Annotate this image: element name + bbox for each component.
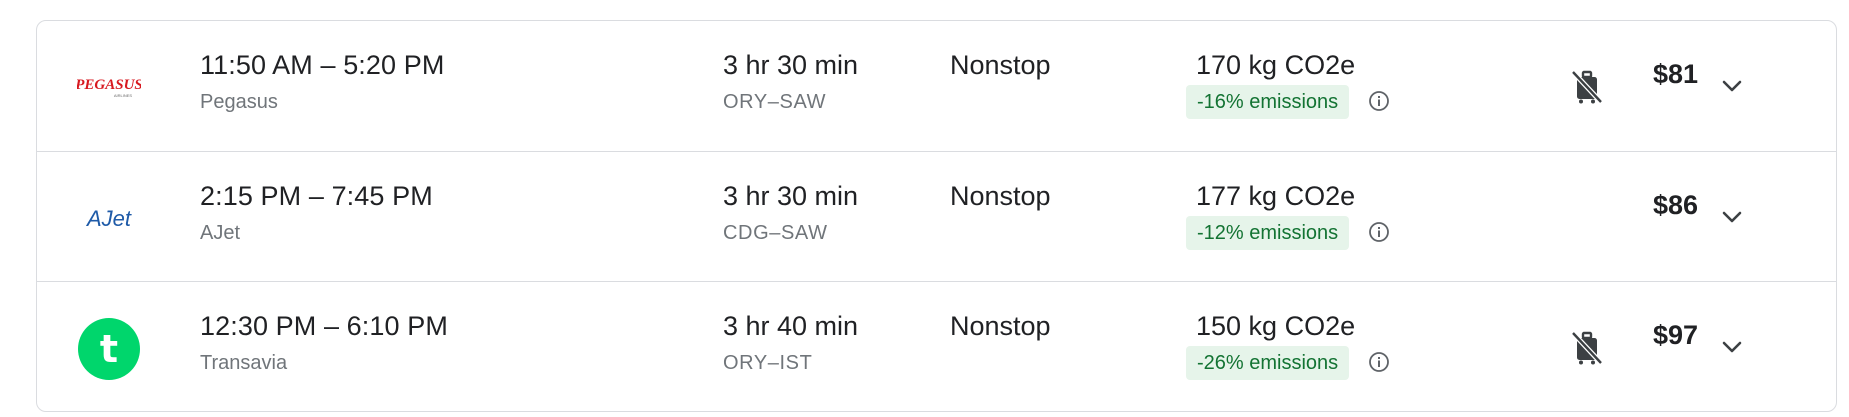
flight-results-list: PEGASUS AIRLINES 11:50 AM – 5:20 PM Pega… — [36, 20, 1837, 412]
ajet-logo: AJet — [77, 187, 141, 251]
flight-row-ajet[interactable]: AJet 2:15 PM – 7:45 PM AJet 3 hr 30 min … — [37, 151, 1836, 281]
emissions-badge: -26% emissions — [1186, 346, 1350, 380]
price: $97 — [1652, 320, 1698, 350]
expand-details-button[interactable] — [1712, 327, 1752, 367]
info-icon[interactable] — [1368, 221, 1390, 243]
departure-arrival-times: 11:50 AM – 5:20 PM — [200, 50, 445, 80]
svg-text:AJet: AJet — [85, 206, 132, 231]
flight-duration: 3 hr 30 min — [723, 181, 859, 211]
chevron-down-icon — [1722, 80, 1742, 92]
transavia-logo: t — [77, 317, 141, 381]
flight-duration: 3 hr 30 min — [723, 50, 859, 80]
airline-name: Pegasus — [200, 91, 278, 113]
emissions-amount: 150 kg CO2e — [1196, 311, 1356, 341]
info-icon[interactable] — [1368, 90, 1390, 112]
info-icon[interactable] — [1368, 351, 1390, 373]
departure-arrival-times: 2:15 PM – 7:45 PM — [200, 181, 433, 211]
airline-name: AJet — [200, 222, 241, 244]
price: $86 — [1652, 190, 1698, 220]
no-carry-on-bag-icon — [1571, 70, 1603, 104]
flight-route: CDG–SAW — [723, 222, 828, 244]
flight-duration: 3 hr 40 min — [723, 311, 859, 341]
emissions-badge: -16% emissions — [1186, 85, 1350, 119]
chevron-down-icon — [1722, 211, 1742, 223]
stops-count: Nonstop — [950, 181, 1051, 211]
flight-route: ORY–IST — [723, 352, 813, 374]
price: $81 — [1652, 59, 1698, 89]
svg-text:AIRLINES: AIRLINES — [114, 93, 133, 98]
airline-name: Transavia — [200, 352, 288, 374]
expand-details-button[interactable] — [1712, 66, 1752, 106]
chevron-down-icon — [1722, 341, 1742, 353]
flight-route: ORY–SAW — [723, 91, 827, 113]
stops-count: Nonstop — [950, 311, 1051, 341]
svg-text:t: t — [100, 327, 118, 371]
pegasus-logo: PEGASUS AIRLINES — [77, 56, 141, 120]
no-carry-on-bag-icon — [1571, 331, 1603, 365]
flight-row-pegasus[interactable]: PEGASUS AIRLINES 11:50 AM – 5:20 PM Pega… — [37, 21, 1836, 151]
emissions-amount: 170 kg CO2e — [1196, 50, 1356, 80]
flight-row-transavia[interactable]: t 12:30 PM – 6:10 PM Transavia 3 hr 40 m… — [37, 281, 1836, 411]
emissions-amount: 177 kg CO2e — [1196, 181, 1356, 211]
departure-arrival-times: 12:30 PM – 6:10 PM — [200, 311, 448, 341]
svg-text:PEGASUS: PEGASUS — [77, 77, 141, 93]
expand-details-button[interactable] — [1712, 197, 1752, 237]
emissions-badge: -12% emissions — [1186, 216, 1350, 250]
stops-count: Nonstop — [950, 50, 1051, 80]
